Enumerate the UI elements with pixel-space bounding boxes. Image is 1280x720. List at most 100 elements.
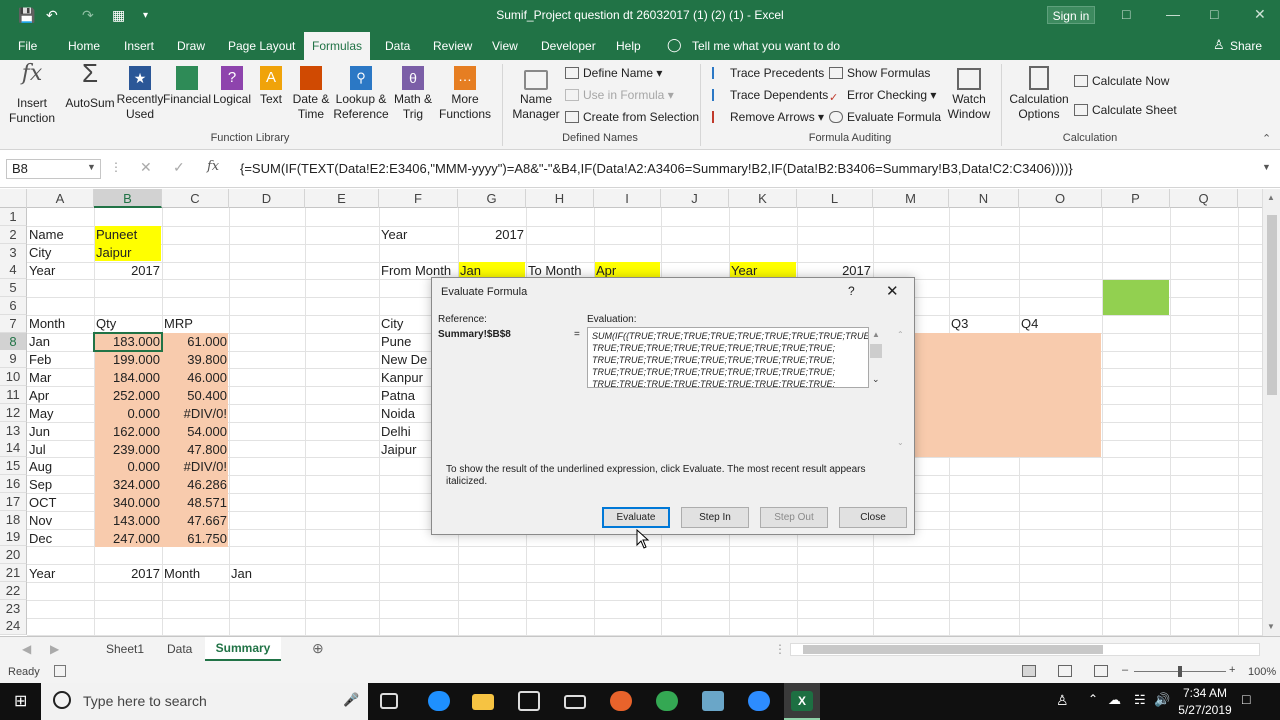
vertical-scrollbar[interactable]: ▲ ▼ (1262, 189, 1280, 636)
cell-c11[interactable]: 50.400 (162, 387, 229, 405)
close-button[interactable]: Close (839, 507, 907, 528)
row-header[interactable]: 10 (0, 368, 27, 386)
file-explorer-icon[interactable] (472, 694, 494, 710)
cell-b21[interactable]: 2017 (94, 565, 162, 583)
cell-c21[interactable]: Month (162, 565, 229, 583)
tab-help[interactable]: Help (616, 39, 641, 53)
cell-b8[interactable]: 183.000 (94, 333, 162, 351)
tab-insert[interactable]: Insert (124, 39, 154, 53)
cell-f2[interactable]: Year (379, 226, 458, 244)
task-view-icon[interactable] (380, 693, 398, 709)
cell-c8[interactable]: 61.000 (162, 333, 229, 351)
row-header[interactable]: 7 (0, 315, 27, 333)
tab-developer[interactable]: Developer (541, 39, 596, 53)
horizontal-scroll-thumb[interactable] (803, 645, 1103, 654)
financial-button[interactable]: Financial (162, 66, 212, 107)
evaluate-formula-button[interactable]: Evaluate Formula (829, 110, 941, 124)
row-header[interactable]: 15 (0, 457, 27, 475)
tab-review[interactable]: Review (433, 39, 472, 53)
cell-b13[interactable]: 162.000 (94, 423, 162, 441)
cell-b2[interactable]: Puneet (94, 226, 162, 244)
column-header[interactable]: I (594, 189, 661, 208)
name-manager-button[interactable]: Name Manager (510, 66, 562, 122)
cell-a14[interactable]: Jul (27, 441, 94, 459)
tab-view[interactable]: View (492, 39, 518, 53)
tray-network-icon[interactable]: ☁ (1108, 692, 1121, 708)
text-button[interactable]: A Text (254, 66, 288, 107)
microphone-icon[interactable]: 🎤 (343, 692, 359, 708)
row-header[interactable]: 19 (0, 528, 27, 546)
column-header[interactable]: C (162, 189, 229, 208)
cell-a18[interactable]: Nov (27, 512, 94, 530)
close-window-icon[interactable]: ✕ (1254, 6, 1266, 23)
cell-b16[interactable]: 324.000 (94, 476, 162, 494)
trace-dependents-button[interactable]: Trace Dependents (712, 88, 828, 102)
cell-c9[interactable]: 39.800 (162, 351, 229, 369)
sheet-tab-sheet1[interactable]: Sheet1 (106, 642, 144, 656)
column-header[interactable]: K (729, 189, 797, 208)
add-sheet-icon[interactable]: ⊕ (312, 640, 324, 657)
cell-a13[interactable]: Jun (27, 423, 94, 441)
row-header[interactable]: 2 (0, 226, 27, 244)
column-header[interactable]: B (94, 189, 162, 208)
step-in-button[interactable]: Step In (681, 507, 749, 528)
cell-c18[interactable]: 47.667 (162, 512, 229, 530)
eval-scroll-up-icon[interactable]: ▲ (872, 330, 880, 339)
scroll-down-icon[interactable]: ▼ (1267, 622, 1275, 631)
insert-function-icon[interactable]: fx (207, 159, 219, 174)
row-header[interactable]: 14 (0, 439, 27, 457)
tray-wifi-icon[interactable]: ☵ (1134, 692, 1146, 708)
row-header[interactable]: 5 (0, 279, 27, 297)
cell-b17[interactable]: 340.000 (94, 494, 162, 512)
sign-in-button[interactable]: Sign in (1047, 6, 1095, 24)
chrome-icon[interactable] (656, 691, 678, 711)
row-header[interactable]: 21 (0, 564, 27, 582)
tell-me-search[interactable]: Tell me what you want to do (692, 39, 840, 53)
row-header[interactable]: 12 (0, 404, 27, 422)
tab-formulas[interactable]: Formulas (304, 32, 370, 60)
cell-a17[interactable]: OCT (27, 494, 94, 512)
select-all-corner[interactable] (0, 189, 27, 208)
tray-chevron-icon[interactable]: ⌃ (1088, 692, 1098, 706)
windows-start-icon[interactable]: ⊞ (14, 691, 27, 711)
row-header[interactable]: 1 (0, 208, 27, 226)
enter-icon[interactable]: ✓ (173, 159, 185, 176)
cell-c19[interactable]: 61.750 (162, 530, 229, 548)
cell-b12[interactable]: 0.000 (94, 405, 162, 423)
next-sheet-icon[interactable]: ▶ (50, 642, 59, 656)
column-header[interactable]: N (949, 189, 1019, 208)
cancel-icon[interactable]: ✕ (140, 159, 152, 176)
cell-a12[interactable]: May (27, 405, 94, 423)
mail-icon[interactable] (564, 695, 586, 709)
evaluate-button[interactable]: Evaluate (602, 507, 670, 528)
page-break-view-icon[interactable] (1094, 665, 1108, 677)
cell-d21[interactable]: Jan (229, 565, 305, 583)
outer-scroll-down-icon[interactable]: ⌄ (897, 438, 904, 447)
eval-scroll-down-icon[interactable]: ⌄ (872, 374, 880, 385)
calculate-sheet-button[interactable]: Calculate Sheet (1074, 103, 1177, 117)
share-button[interactable]: Share (1230, 39, 1262, 53)
zoom-out-icon[interactable]: – (1122, 664, 1128, 676)
cell-c12[interactable]: #DIV/0! (162, 405, 229, 423)
maximize-icon[interactable]: □ (1210, 6, 1218, 22)
cell-c10[interactable]: 46.000 (162, 369, 229, 387)
help-button[interactable]: ? (848, 284, 855, 298)
formula-input[interactable]: {=SUM(IF(TEXT(Data!E2:E3406,"MMM-yyyy")=… (240, 161, 1073, 176)
cell-a2[interactable]: Name (27, 226, 94, 244)
cell-b11[interactable]: 252.000 (94, 387, 162, 405)
column-header[interactable]: D (229, 189, 305, 208)
sheet-tab-summary[interactable]: Summary (205, 637, 281, 661)
column-header[interactable]: L (797, 189, 873, 208)
normal-view-icon[interactable] (1022, 665, 1036, 677)
recently-used-button[interactable]: ★ Recently Used (116, 66, 164, 122)
cell-c14[interactable]: 47.800 (162, 441, 229, 459)
cell-c17[interactable]: 48.571 (162, 494, 229, 512)
row-header[interactable]: 23 (0, 600, 27, 618)
show-formulas-button[interactable]: Show Formulas (829, 66, 930, 80)
cell-a15[interactable]: Aug (27, 458, 94, 476)
insert-function-button[interactable]: fx Insert Function (6, 63, 58, 126)
vertical-scroll-thumb[interactable] (1267, 215, 1277, 395)
store-icon[interactable] (518, 691, 540, 711)
lookup-reference-button[interactable]: ⚲ Lookup & Reference (332, 66, 390, 122)
cell-a21[interactable]: Year (27, 565, 94, 583)
